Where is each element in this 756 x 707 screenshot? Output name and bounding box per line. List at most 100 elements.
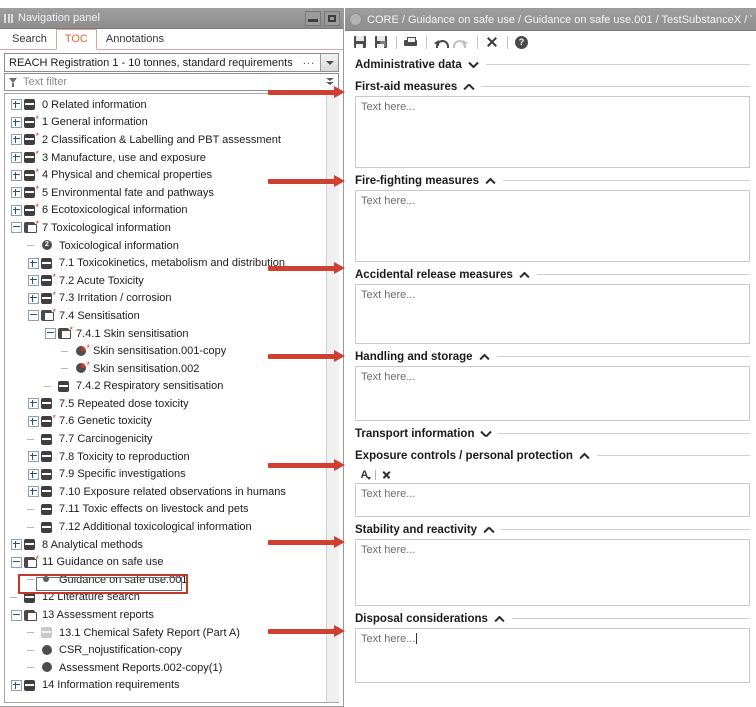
chevron-up-icon[interactable] (483, 524, 494, 535)
expand-icon[interactable] (11, 679, 22, 691)
tab-toc[interactable]: TOC (55, 29, 97, 50)
section-text-input[interactable]: Text here... (355, 190, 750, 262)
save-button[interactable] (350, 33, 369, 51)
close-button[interactable] (482, 33, 501, 51)
chevron-up-icon[interactable] (579, 450, 590, 461)
tree-item[interactable]: 13 Assessment reports (5, 606, 327, 624)
expand-icon[interactable] (28, 292, 39, 304)
tree-item[interactable]: 7.4.2 Respiratory sensitisation (5, 378, 327, 396)
clear-formatting-icon[interactable] (379, 468, 394, 482)
expand-icon[interactable] (11, 134, 22, 146)
tree-item[interactable]: 7.9 Specific investigations (5, 465, 327, 483)
expand-icon[interactable] (28, 486, 39, 498)
tree-item[interactable]: 8 Analytical methods (5, 536, 327, 554)
tree-item[interactable]: * 7.6 Genetic toxicity (5, 413, 327, 431)
section-header[interactable]: Accidental release measures (355, 265, 750, 284)
collapse-icon[interactable] (11, 609, 22, 621)
tree-item[interactable]: 7.10 Exposure related observations in hu… (5, 483, 327, 501)
registration-dropdown[interactable]: REACH Registration 1 - 10 tonnes, standa… (4, 53, 339, 72)
expand-icon[interactable] (28, 398, 39, 410)
tab-search[interactable]: Search (3, 29, 56, 49)
tree-item[interactable]: 14 Information requirements (5, 677, 327, 695)
text-filter-input[interactable] (21, 75, 322, 89)
chevron-up-icon[interactable] (463, 81, 474, 92)
tree-item[interactable]: 7.11 Toxic effects on livestock and pets (5, 501, 327, 519)
tree-item[interactable]: Assessment Reports.002-copy(1) (5, 659, 327, 677)
chevron-down-icon[interactable] (468, 59, 479, 70)
expand-icon[interactable] (28, 468, 39, 480)
expand-icon[interactable] (11, 99, 22, 111)
expand-icon[interactable] (11, 187, 22, 199)
section-header[interactable]: Handling and storage (355, 347, 750, 366)
tab-annotations[interactable]: Annotations (97, 29, 173, 49)
tree-item[interactable]: * 7.4.1 Skin sensitisation (5, 325, 327, 343)
toc-tree[interactable]: 0 Related information * 1 General informat… (5, 94, 327, 702)
expand-icon[interactable] (28, 257, 39, 269)
section-header[interactable]: Administrative data (355, 55, 750, 74)
tree-item[interactable]: * 2 Classification & Labelling and PBT as… (5, 131, 327, 149)
tree-item[interactable]: * Skin sensitisation.001-copy (5, 342, 327, 360)
chevron-up-icon[interactable] (494, 613, 505, 624)
registration-dropdown-ellipsis[interactable]: ... (303, 55, 320, 71)
print-button[interactable] (401, 33, 420, 51)
collapse-icon[interactable] (11, 556, 22, 568)
tree-item[interactable]: 12 Literature search (5, 589, 327, 607)
chevron-down-icon[interactable] (320, 54, 338, 71)
expand-icon[interactable] (11, 169, 22, 181)
section-header[interactable]: Fire-fighting measures (355, 171, 750, 190)
expand-icon[interactable] (11, 116, 22, 128)
tree-item[interactable]: 7.1 Toxicokinetics, metabolism and distr… (5, 254, 327, 272)
tree-item[interactable]: * 5 Environmental fate and pathways (5, 184, 327, 202)
tree-item[interactable]: * 4 Physical and chemical properties (5, 166, 327, 184)
expand-icon[interactable] (11, 539, 22, 551)
tree-item[interactable]: 7.12 Additional toxicological informatio… (5, 518, 327, 536)
section-text-input[interactable]: Text here... (355, 366, 750, 421)
expand-icon[interactable] (28, 415, 39, 427)
section-text-input[interactable]: Text here... (355, 539, 750, 606)
section-text-input[interactable]: Text here... (355, 628, 750, 683)
section-header[interactable]: Transport information (355, 424, 750, 443)
chevron-down-icon[interactable] (480, 428, 491, 439)
tree-item[interactable]: 0 Related information (5, 96, 327, 114)
tree-item[interactable]: * 3 Manufacture, use and exposure (5, 149, 327, 167)
collapse-icon[interactable] (11, 222, 22, 234)
tree-item[interactable]: * Skin sensitisation.002 (5, 360, 327, 378)
tree-item[interactable]: * 7.2 Acute Toxicity (5, 272, 327, 290)
tree-item[interactable]: Guidance on safe use.001 (5, 571, 327, 589)
expand-icon[interactable] (28, 451, 39, 463)
tree-item[interactable]: * 11 Guidance on safe use (5, 553, 327, 571)
tree-item[interactable]: * 1 General information (5, 114, 327, 132)
section-header[interactable]: Disposal considerations (355, 609, 750, 628)
chevron-up-icon[interactable] (479, 351, 490, 362)
save-as-button[interactable] (371, 33, 390, 51)
expand-icon[interactable] (11, 152, 22, 164)
section-text-input[interactable]: Text here... (355, 284, 750, 344)
tree-item[interactable]: 7.7 Carcinogenicity (5, 430, 327, 448)
filter-options-icon[interactable] (322, 78, 338, 86)
help-button[interactable]: ? (512, 33, 531, 51)
tree-item[interactable]: * 6 Ecotoxicological information (5, 202, 327, 220)
tree-item[interactable]: 7.5 Repeated dose toxicity (5, 395, 327, 413)
toc-tree-scrollbar[interactable] (326, 94, 339, 702)
font-format-icon[interactable]: A (357, 468, 372, 482)
collapse-icon[interactable] (28, 310, 39, 322)
tree-item[interactable]: Toxicological information (5, 237, 327, 255)
collapse-icon[interactable] (45, 328, 56, 340)
expand-icon[interactable] (11, 204, 22, 216)
section-text-input[interactable]: Text here... (355, 96, 750, 168)
tree-item[interactable]: * 7.4 Sensitisation (5, 307, 327, 325)
drag-grip-icon[interactable] (3, 13, 14, 24)
section-text-input[interactable]: Text here... (355, 483, 750, 517)
tree-item[interactable]: CSR_nojustification-copy (5, 641, 327, 659)
section-header[interactable]: Stability and reactivity (355, 520, 750, 539)
maximize-button[interactable] (324, 10, 340, 26)
chevron-up-icon[interactable] (519, 269, 530, 280)
tree-item[interactable]: * 7 Toxicological information (5, 219, 327, 237)
undo-button[interactable] (431, 33, 450, 51)
tree-item[interactable]: 7.8 Toxicity to reproduction (5, 448, 327, 466)
section-header[interactable]: First-aid measures (355, 77, 750, 96)
minimize-button[interactable] (305, 10, 321, 26)
section-header[interactable]: Exposure controls / personal protection (355, 446, 750, 465)
tree-item[interactable]: * 7.3 Irritation / corrosion (5, 290, 327, 308)
expand-icon[interactable] (28, 275, 39, 287)
